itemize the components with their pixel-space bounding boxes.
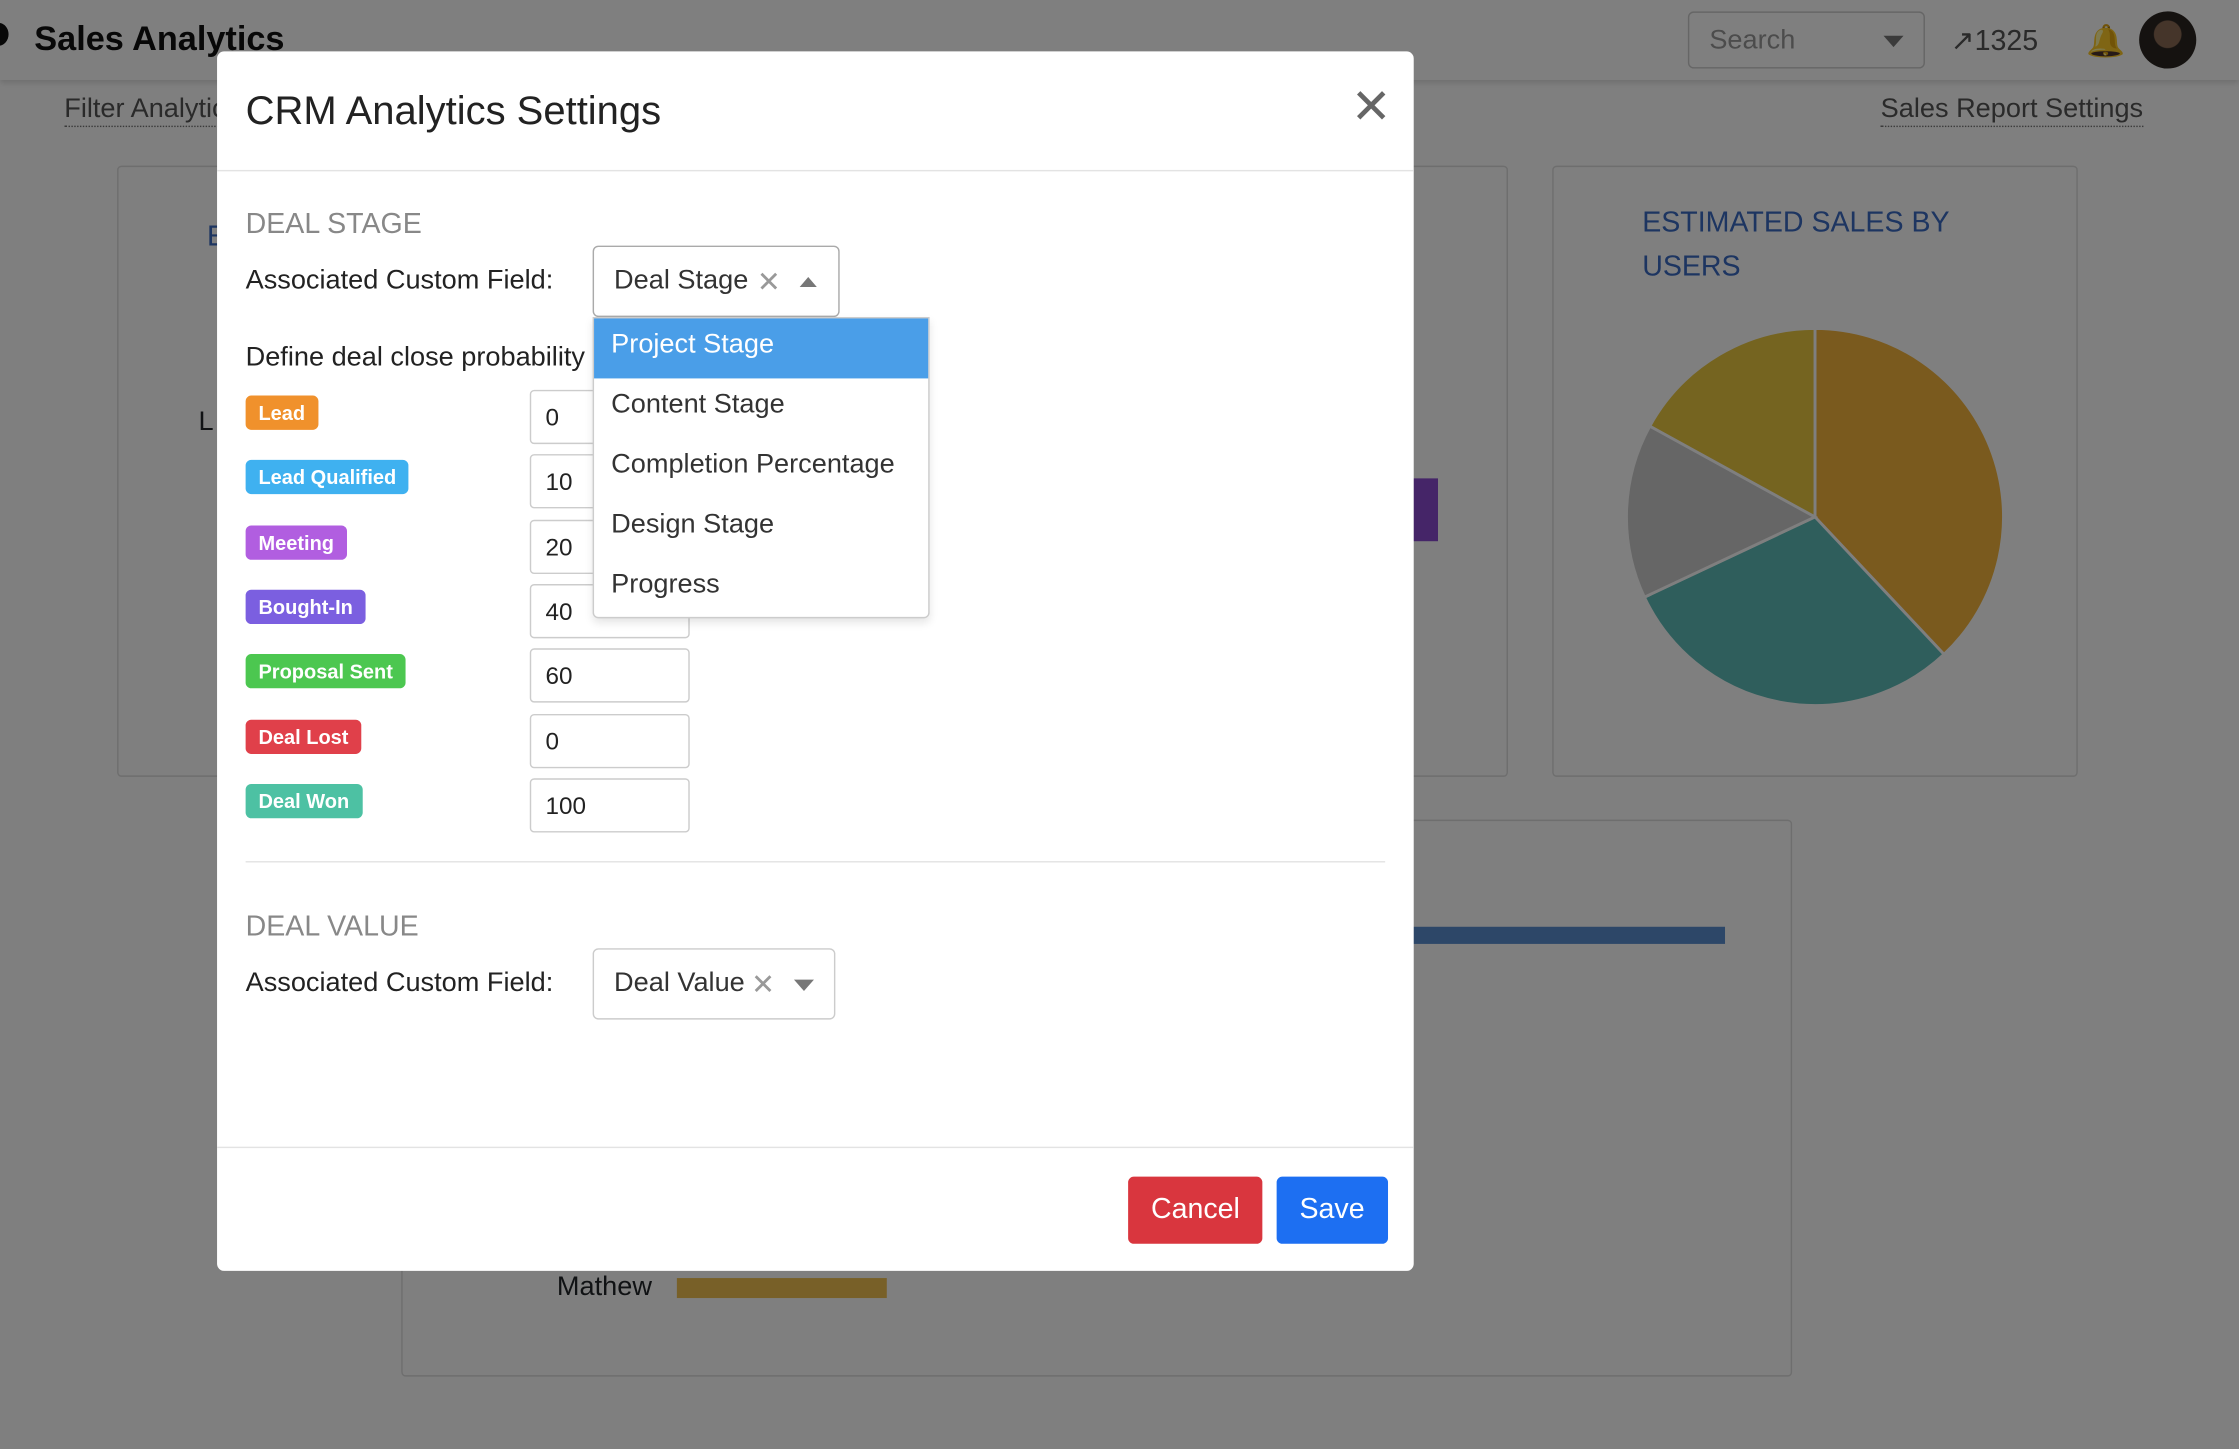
probability-input[interactable]: 0 [529,713,690,768]
probability-input[interactable]: 60 [529,648,690,703]
stage-badge: Proposal Sent [245,654,406,689]
deal-stage-select[interactable]: Deal Stage ✕ [592,245,840,318]
deal-value-field-label: Associated Custom Field: [245,968,554,999]
cancel-button[interactable]: Cancel [1128,1176,1263,1244]
stage-badge: Bought-In [245,589,366,624]
selected-value: Deal Value [614,968,745,999]
divider [217,1146,1414,1149]
dropdown-option[interactable]: Design Stage [594,498,928,558]
dropdown-option[interactable]: Project Stage [594,318,929,379]
divider [245,861,1386,863]
stage-badge: Lead [245,395,318,430]
custom-field-dropdown: Project Stage Content Stage Completion Per… [592,317,930,619]
dropdown-option[interactable]: Progress [594,558,928,618]
deal-value-select[interactable]: Deal Value ✕ [592,948,836,1020]
dropdown-option[interactable]: Content Stage [594,378,928,438]
deal-stage-heading: DEAL STAGE [245,208,422,240]
selected-value: Deal Stage [614,265,749,296]
crm-settings-modal: CRM Analytics Settings ✕ DEAL STAGE Asso… [217,51,1414,1271]
stage-badge: Lead Qualified [245,460,410,495]
deal-stage-field-label: Associated Custom Field: [245,265,554,296]
stage-badge: Deal Lost [245,718,362,754]
chevron-up-icon [799,277,817,288]
modal-title: CRM Analytics Settings [245,88,662,133]
probability-label: Define deal close probability [245,342,585,373]
clear-icon[interactable]: ✕ [751,967,775,1003]
chevron-down-icon [793,979,814,992]
probability-input[interactable]: 100 [529,777,690,833]
deal-value-heading: DEAL VALUE [245,911,419,943]
divider [217,169,1414,172]
stage-badge: Meeting [245,524,347,560]
close-icon[interactable]: ✕ [1351,83,1392,132]
stage-badge: Deal Won [245,783,363,818]
dropdown-option[interactable]: Completion Percentage [594,438,928,498]
save-button[interactable]: Save [1276,1176,1388,1244]
clear-icon[interactable]: ✕ [757,264,781,300]
